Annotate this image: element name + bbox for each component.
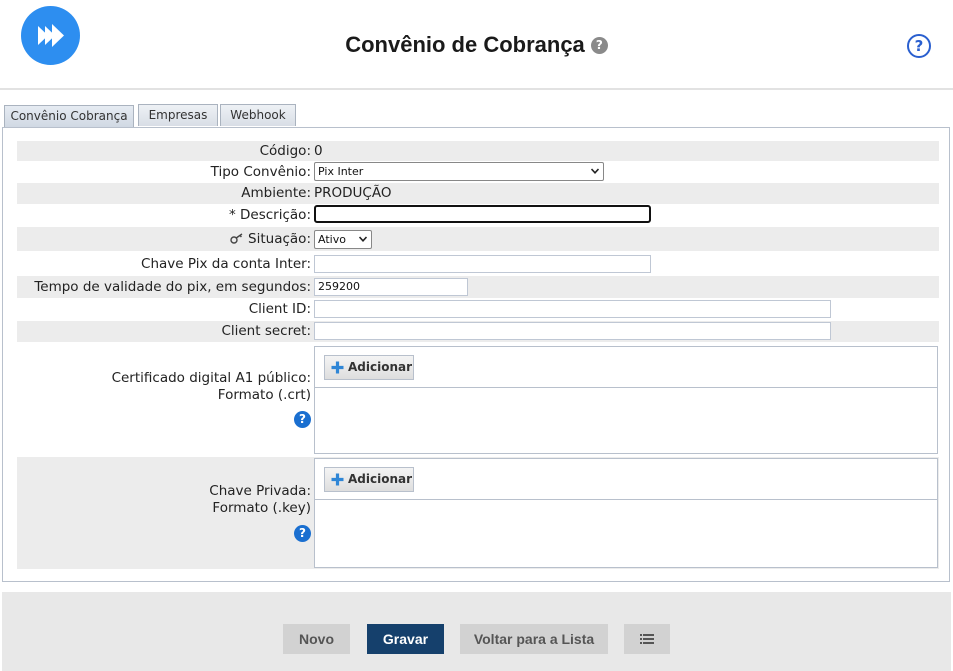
row-tipo-convenio: Tipo Convênio: Pix Inter — [17, 161, 939, 183]
row-chave-pix: Chave Pix da conta Inter: — [17, 253, 939, 275]
form-panel: Código: 0 Tipo Convênio: Pix Inter Ambie… — [2, 127, 950, 582]
certificado-format-label: Formato (.crt) — [217, 387, 311, 403]
chave-privada-help-icon[interactable]: ? — [294, 525, 311, 542]
list-icon — [640, 634, 654, 644]
client-secret-input[interactable] — [314, 322, 831, 340]
plus-icon — [331, 473, 344, 486]
plus-icon — [331, 361, 344, 374]
tempo-validade-label: Tempo de validade do pix, em segundos: — [34, 279, 311, 295]
tipo-convenio-label: Tipo Convênio: — [210, 164, 311, 180]
ambiente-label: Ambiente: — [241, 185, 311, 201]
ambiente-value: PRODUÇÃO — [314, 185, 392, 201]
row-codigo: Código: 0 — [17, 141, 939, 161]
descricao-label: * Descrição: — [228, 207, 311, 223]
tab-webhook[interactable]: Webhook — [220, 104, 296, 126]
chave-pix-label: Chave Pix da conta Inter: — [141, 256, 311, 272]
codigo-value: 0 — [314, 143, 323, 159]
chave-privada-uploader: Adicionar — [314, 458, 938, 568]
row-certificado: Certificado digital A1 público: Formato … — [17, 344, 939, 455]
chevron-down-icon — [591, 168, 599, 174]
row-client-secret: Client secret: — [17, 321, 939, 342]
row-client-id: Client ID: — [17, 298, 939, 320]
client-id-label: Client ID: — [248, 301, 311, 317]
situacao-label: Situação: — [248, 231, 311, 247]
tab-convenio-cobranca[interactable]: Convênio Cobrança — [4, 105, 134, 129]
question-circle-icon[interactable]: ? — [590, 36, 608, 54]
certificado-label: Certificado digital A1 público: — [111, 370, 311, 386]
novo-button[interactable]: Novo — [283, 624, 350, 654]
header: Convênio de Cobrança ? ? — [0, 0, 953, 90]
tab-empresas[interactable]: Empresas — [138, 104, 218, 126]
row-descricao: * Descrição: — [17, 204, 939, 227]
codigo-label: Código: — [259, 143, 311, 159]
descricao-input[interactable] — [314, 205, 651, 223]
certificado-uploader: Adicionar — [314, 346, 938, 454]
chave-privada-format-label: Formato (.key) — [212, 500, 311, 516]
voltar-lista-button[interactable]: Voltar para a Lista — [460, 624, 608, 654]
client-id-input[interactable] — [314, 300, 831, 318]
tipo-convenio-select[interactable]: Pix Inter — [314, 162, 604, 181]
situacao-select[interactable]: Ativo — [314, 230, 372, 249]
chave-privada-label: Chave Privada: — [209, 483, 311, 499]
chave-privada-add-button[interactable]: Adicionar — [324, 467, 414, 492]
row-chave-privada: Chave Privada: Formato (.key) ? Adiciona… — [17, 457, 939, 569]
page-title: Convênio de Cobrança — [345, 32, 585, 57]
gravar-button[interactable]: Gravar — [367, 624, 444, 654]
row-situacao: Situação: Ativo — [17, 227, 939, 251]
certificado-add-button[interactable]: Adicionar — [324, 355, 414, 380]
chave-pix-input[interactable] — [314, 255, 651, 273]
list-button[interactable] — [624, 624, 670, 654]
footer-bar: Novo Gravar Voltar para a Lista — [2, 592, 951, 671]
chevron-down-icon — [359, 236, 367, 242]
row-tempo-validade: Tempo de validade do pix, em segundos: 2… — [17, 276, 939, 298]
key-icon — [230, 233, 243, 244]
certificado-help-icon[interactable]: ? — [294, 411, 311, 428]
tempo-validade-input[interactable]: 259200 — [314, 278, 468, 296]
question-circle-outline-icon[interactable]: ? — [907, 34, 931, 58]
row-ambiente: Ambiente: PRODUÇÃO — [17, 183, 939, 204]
client-secret-label: Client secret: — [221, 323, 311, 339]
